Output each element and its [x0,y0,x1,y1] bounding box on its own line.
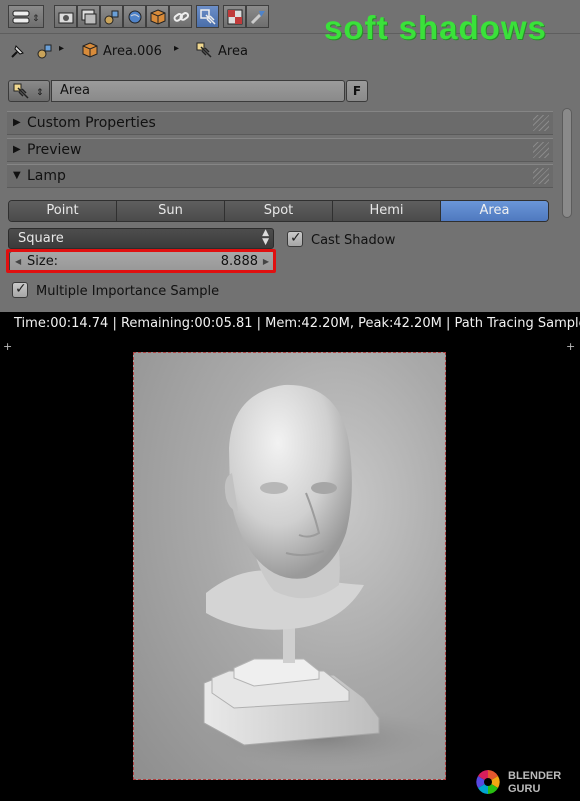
cube-icon [150,9,166,25]
scrollbar-thumb[interactable] [562,108,572,218]
scene-tab[interactable] [100,5,123,28]
properties-toolbar: ⇕ soft shadows [0,0,580,46]
checker-icon [227,9,243,25]
lamp-tab-area[interactable]: Area [441,201,548,221]
drag-grip-icon[interactable] [533,115,549,131]
editor-type-icon: ⇕ [12,10,40,24]
camera-icon [58,12,74,24]
breadcrumb-arrow-icon: ▸ [59,43,65,54]
checkmark-icon: ✓ [15,281,27,297]
section-label: Preview [27,142,82,158]
constraints-tab[interactable] [169,5,192,28]
breadcrumb-object: Area.006 [103,44,162,59]
area-shape-value: Square [18,231,64,246]
datablock-browse-button[interactable]: ⇕ [8,80,50,102]
breadcrumb-arrow-icon: ▸ [174,43,180,54]
layers-icon [81,9,97,25]
section-lamp[interactable]: ▼ Lamp [7,164,553,188]
multiple-importance-checkbox[interactable]: ✓ [12,281,28,298]
lamp-icon [200,9,216,25]
breadcrumb-data: Area [218,44,248,59]
render-layers-tab[interactable] [77,5,100,28]
section-preview[interactable]: ▶ Preview [7,138,553,162]
modifier-tab[interactable] [246,5,269,28]
size-highlight-annotation [6,249,276,273]
drag-grip-icon[interactable] [533,142,549,158]
lamp-browse-icon: ⇕ [13,83,44,99]
lamp-tab-sun[interactable]: Sun [117,201,225,221]
properties-scrollbar[interactable] [560,108,574,310]
object-cube-icon [82,42,98,62]
data-tab[interactable] [196,5,219,28]
section-label: Custom Properties [27,115,156,131]
collapsed-triangle-icon: ▶ [13,117,21,128]
cast-shadow-checkbox[interactable]: ✓ [287,230,303,247]
lamp-data-icon [196,42,212,62]
lamp-tab-point[interactable]: Point [9,201,117,221]
rendered-bust-image [203,384,444,768]
datablock-row: ⇕ Area F [8,80,368,102]
blender-guru-logo: BLENDER GURU [476,770,561,795]
lamp-type-tabs: Point Sun Spot Hemi Area [8,200,549,222]
chain-icon [173,12,189,22]
pin-icon[interactable] [9,42,27,64]
render-preview [133,352,446,780]
cast-shadow-label: Cast Shadow [311,233,396,248]
material-tab[interactable] [223,5,246,28]
area-shape-dropdown[interactable]: Square ▲ ▼ [8,228,274,249]
world-tab[interactable] [123,5,146,28]
corner-plus-icon: + [566,340,576,353]
multiple-importance-label: Multiple Importance Sample [36,284,220,299]
object-tab[interactable] [146,5,169,28]
section-custom-properties[interactable]: ▶ Custom Properties [7,111,553,135]
editor-type-selector[interactable]: ⇕ [8,5,44,28]
lamp-tab-hemi[interactable]: Hemi [333,201,441,221]
scene-context-icon [36,42,54,64]
render-tab[interactable] [54,5,77,28]
logo-line2: GURU [508,783,540,795]
fake-user-button[interactable]: F [346,80,368,102]
render-status-text: Time:00:14.74 | Remaining:00:05.81 | Mem… [0,312,580,336]
world-icon [128,10,142,24]
wrench-icon [250,11,265,25]
logo-line1: BLENDER [508,770,561,782]
breadcrumb: ▸ Area.006 ▸ Area [0,36,580,68]
expanded-triangle-icon: ▼ [13,170,21,181]
datablock-name-field[interactable]: Area [51,80,345,102]
svg-text:⇕: ⇕ [32,14,40,24]
corner-plus-icon: + [3,340,13,353]
drag-grip-icon[interactable] [533,168,549,184]
scene-icon [104,10,119,25]
lamp-tab-spot[interactable]: Spot [225,201,333,221]
properties-panel: ⇕ soft shadows ▸ Area.006 ▸ Area ⇕ Area … [0,0,580,312]
section-label: Lamp [27,168,66,184]
checkmark-icon: ✓ [290,230,302,246]
collapsed-triangle-icon: ▶ [13,144,21,155]
dropdown-arrows-icon: ▲ ▼ [262,228,269,247]
svg-text:⇕: ⇕ [36,88,44,98]
